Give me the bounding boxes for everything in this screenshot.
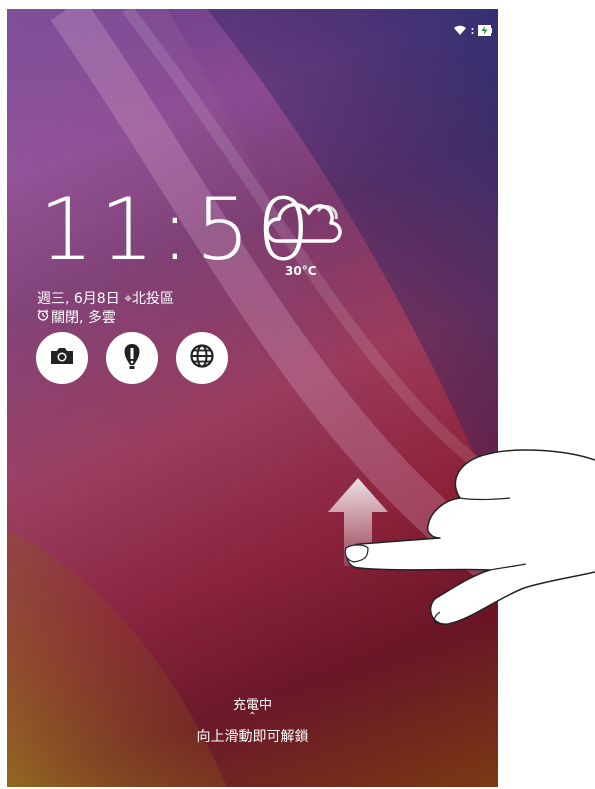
wifi-icon [453, 25, 467, 36]
status-bar [453, 25, 492, 36]
flashlight-shortcut-button[interactable] [106, 332, 158, 384]
flashlight-icon [121, 342, 143, 374]
alarm-weather-text: 關閉, 多雲 [51, 310, 116, 326]
lock-screen: 11:50 30°C 週三, 6月8日 ⌖北投區 關閉, 多雲 充電中 ⌃ 向上… [7, 9, 498, 787]
battery-charging-icon [478, 25, 492, 36]
browser-shortcut-button[interactable] [176, 332, 228, 384]
chevron-up-icon: ⌃ [248, 711, 257, 722]
camera-shortcut-button[interactable] [36, 332, 88, 384]
camera-icon [49, 346, 75, 370]
swipe-unlock-hint[interactable]: 向上滑動即可解鎖 [7, 726, 498, 746]
temperature: 30°C [285, 264, 317, 278]
hand-icon [346, 449, 595, 625]
globe-icon [189, 343, 215, 373]
wallpaper [7, 9, 498, 787]
swipe-up-gesture-illustration [328, 449, 595, 625]
alarm-clock-icon [37, 309, 49, 325]
alarm-weather-line: 關閉, 多雲 [37, 307, 116, 327]
date-location: 週三, 6月8日 ⌖北投區 [37, 291, 175, 307]
signal-dots-icon [471, 26, 474, 36]
cloud-icon [263, 193, 343, 257]
